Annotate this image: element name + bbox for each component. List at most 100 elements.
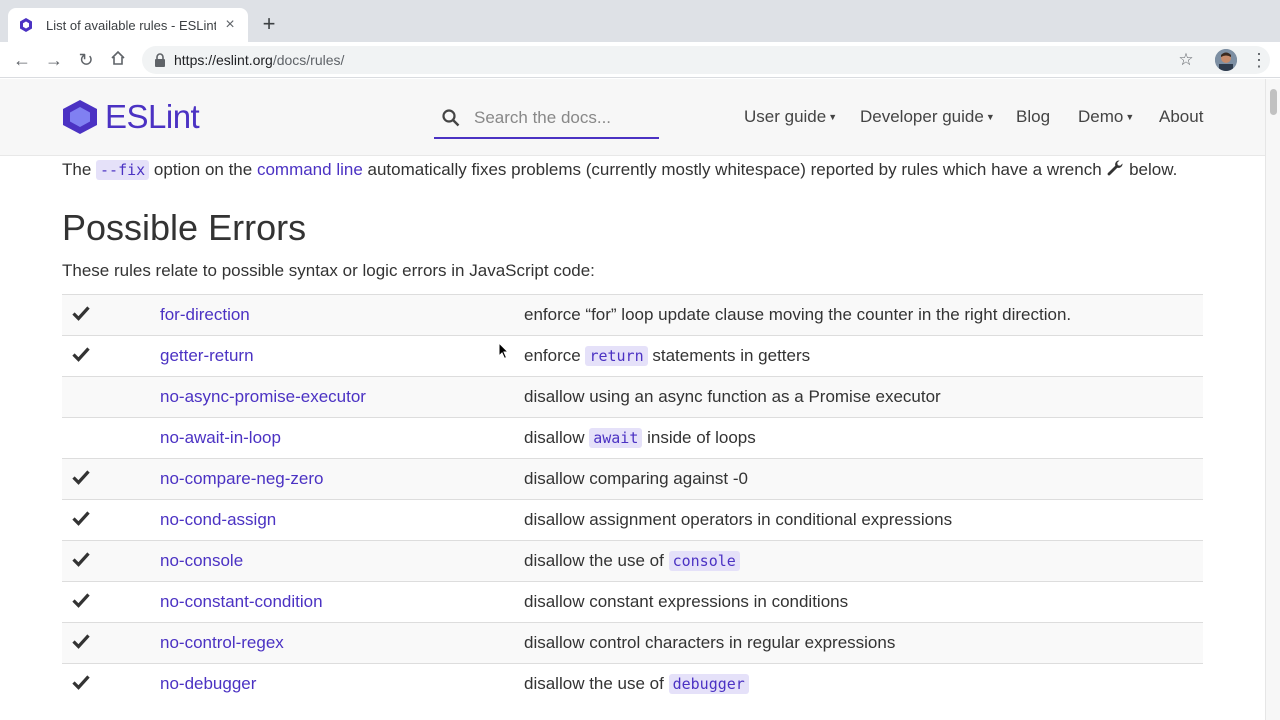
rule-description-cell: disallow comparing against -0: [524, 459, 1203, 500]
rule-link[interactable]: no-control-regex: [160, 633, 284, 652]
rule-description-cell: disallow using an async function as a Pr…: [524, 377, 1203, 418]
rule-name-cell: for-direction: [160, 295, 524, 336]
rules-table: for-direction enforce “for” loop update c…: [62, 294, 1203, 705]
close-tab-icon[interactable]: ×: [222, 17, 238, 33]
checkmark-icon: [72, 346, 90, 362]
rule-name-cell: no-compare-neg-zero: [160, 459, 524, 500]
home-icon[interactable]: [108, 50, 128, 70]
nav-user-guide[interactable]: User guide ▼: [744, 107, 837, 127]
page-viewport: ESLint User guide▼ Developer guide▼ Blog…: [0, 79, 1280, 720]
rule-link[interactable]: no-compare-neg-zero: [160, 469, 323, 488]
rule-row: no-compare-neg-zero disallow comparing ag…: [62, 458, 1203, 500]
section-title: Possible Errors: [62, 207, 307, 248]
scrollbar-thumb[interactable]: [1270, 89, 1277, 115]
rule-name-cell: no-async-promise-executor: [160, 377, 524, 418]
nav-demo-label: Demo: [1078, 107, 1124, 126]
page-scrollbar[interactable]: [1265, 79, 1280, 720]
rule-code: console: [668, 551, 740, 571]
rule-link[interactable]: no-async-promise-executor: [160, 387, 366, 406]
profile-avatar[interactable]: [1215, 49, 1237, 71]
rule-description: enforce “for” loop update clause moving …: [524, 305, 1072, 324]
rule-description-end: statements in getters: [647, 346, 811, 365]
rule-name-cell: no-constant-condition: [160, 582, 524, 623]
url-text: https://eslint.org/docs/rules/: [174, 52, 344, 68]
rule-name-cell: getter-return: [160, 336, 524, 377]
search-icon: [442, 109, 460, 127]
rule-description-end: inside of loops: [642, 428, 756, 447]
rule-description: disallow the use of: [524, 551, 669, 570]
rule-description-cell: enforce “for” loop update clause moving …: [524, 295, 1203, 336]
rule-description-cell: disallow the use of console: [524, 541, 1203, 582]
recommended-cell: [62, 623, 160, 664]
command-line-link[interactable]: command line: [257, 160, 363, 179]
eslint-logo[interactable]: ESLint: [61, 98, 200, 136]
fix-code: --fix: [96, 160, 150, 180]
chevron-down-icon: ▼: [985, 112, 995, 122]
rule-description: disallow: [524, 428, 590, 447]
rule-description-cell: disallow control characters in regular e…: [524, 623, 1203, 664]
intro-end: below.: [1124, 160, 1178, 179]
browser-tabstrip: List of available rules - ESLint - × +: [0, 0, 1280, 42]
rule-code: return: [585, 346, 648, 366]
recommended-cell: [62, 336, 160, 377]
nav-demo[interactable]: Demo ▼: [1078, 107, 1134, 127]
checkmark-icon: [72, 592, 90, 608]
rule-row: no-debugger disallow the use of debugger: [62, 663, 1203, 705]
eslint-logo-icon: [63, 100, 97, 134]
recommended-cell: [62, 582, 160, 623]
wrench-icon: [1107, 160, 1123, 176]
checkmark-icon: [72, 510, 90, 526]
bookmark-star-icon[interactable]: ☆: [1176, 50, 1196, 70]
browser-tab[interactable]: List of available rules - ESLint - ×: [8, 8, 248, 42]
rule-name-cell: no-await-in-loop: [160, 418, 524, 459]
rule-link[interactable]: no-constant-condition: [160, 592, 323, 611]
url-path: /docs/rules/: [272, 52, 345, 68]
rule-link[interactable]: no-debugger: [160, 674, 256, 693]
recommended-cell: [62, 500, 160, 541]
rule-link[interactable]: no-cond-assign: [160, 510, 276, 529]
checkmark-icon: [72, 469, 90, 485]
reload-icon[interactable]: ↻: [76, 50, 96, 70]
rule-row: no-async-promise-executor disallow using …: [62, 376, 1203, 418]
rule-name-cell: no-control-regex: [160, 623, 524, 664]
rule-link[interactable]: no-await-in-loop: [160, 428, 281, 447]
nav-blog[interactable]: Blog: [1016, 107, 1050, 127]
browser-menu-icon[interactable]: ⋮: [1250, 50, 1268, 70]
tab-title: List of available rules - ESLint -: [46, 17, 216, 33]
site-header: ESLint User guide▼ Developer guide▼ Blog…: [0, 79, 1265, 156]
recommended-cell: [62, 377, 160, 418]
rule-row: no-constant-condition disallow constant e…: [62, 581, 1203, 623]
logo-text: ESLint: [105, 98, 200, 135]
nav-developer-guide[interactable]: Developer guide ▼: [860, 107, 995, 127]
recommended-cell: [62, 541, 160, 582]
nav-developer-guide-label: Developer guide: [860, 107, 984, 126]
browser-toolbar: ← → ↻ https://eslint.org/docs/rules/ ☆ ⋮: [0, 42, 1280, 78]
checkmark-icon: [72, 675, 90, 690]
chevron-down-icon: ▼: [1125, 112, 1135, 122]
nav-about[interactable]: About: [1159, 107, 1203, 127]
search-input[interactable]: [474, 108, 654, 128]
rule-link[interactable]: getter-return: [160, 346, 254, 365]
section-description: These rules relate to possible syntax or…: [62, 261, 595, 280]
rule-link[interactable]: for-direction: [160, 305, 250, 324]
rule-description: disallow comparing against -0: [524, 469, 748, 488]
rule-description-cell: enforce return statements in getters: [524, 336, 1203, 377]
rule-description: disallow constant expressions in conditi…: [524, 592, 849, 611]
rule-description: disallow assignment operators in conditi…: [524, 510, 953, 529]
docs-search[interactable]: [434, 99, 659, 139]
new-tab-button[interactable]: +: [258, 13, 280, 36]
checkmark-icon: [72, 551, 90, 567]
address-bar[interactable]: https://eslint.org/docs/rules/: [142, 46, 1270, 74]
checkmark-icon: [72, 305, 90, 321]
chevron-down-icon: ▼: [828, 112, 838, 122]
intro-suffix: automatically fixes problems (currently …: [362, 160, 1107, 179]
rule-row: no-console disallow the use of console: [62, 540, 1203, 582]
rule-row: getter-return enforce return statements i…: [62, 335, 1203, 377]
back-icon[interactable]: ←: [12, 50, 32, 70]
rule-code: debugger: [668, 674, 749, 695]
rule-link[interactable]: no-console: [160, 551, 243, 570]
nav-user-guide-label: User guide: [744, 107, 827, 126]
rule-row: for-direction enforce “for” loop update c…: [62, 294, 1203, 336]
forward-icon[interactable]: →: [44, 50, 64, 70]
recommended-cell: [62, 459, 160, 500]
